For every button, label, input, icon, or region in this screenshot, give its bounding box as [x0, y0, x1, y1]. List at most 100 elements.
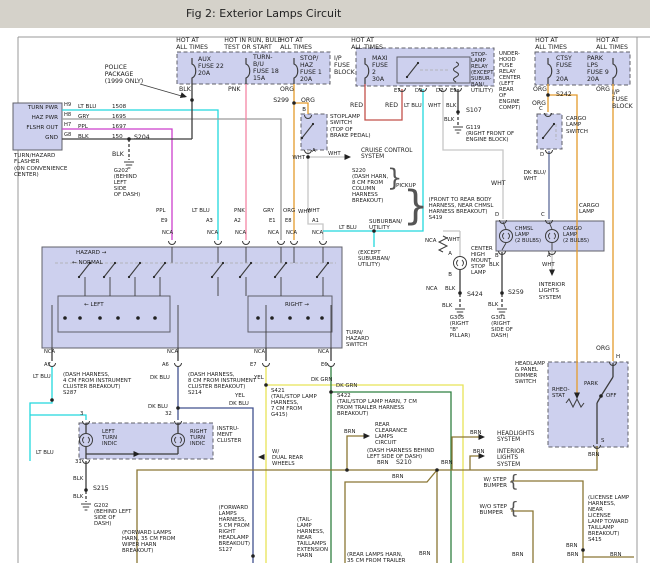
- diagram-label: HOT AT ALL TIMES: [351, 38, 383, 52]
- splice-dot: [190, 98, 194, 102]
- bulb-icon: [454, 257, 467, 270]
- diagram-label: H9: [64, 103, 71, 109]
- splice-dot: [256, 316, 260, 320]
- wire-brn: [470, 456, 483, 470]
- maxi-fuse-label: MAXI FUSE 2 30A: [372, 56, 388, 84]
- splice-s220: S220 (DASH HARN, 8 CM FROM COLUMN HARNES…: [352, 168, 388, 204]
- diagram-label: TURN PWR: [28, 105, 58, 111]
- ground-icon: [81, 504, 91, 510]
- splice-s422: S422 (TAIL/STOP LAMP HARN, 7 CM FROM TRA…: [337, 393, 417, 417]
- diagram-label: ORG: [283, 208, 295, 214]
- connector-pin-icon: [328, 363, 335, 367]
- diagram-label: BLK: [112, 152, 124, 159]
- diagram-label: WHT: [428, 103, 441, 109]
- diagram-label: 31: [75, 459, 82, 465]
- splice-s127: (FORWARD LAMPS HARNESS, 5 CM FROM RIGHT …: [219, 505, 250, 553]
- diagram-label: B: [495, 253, 499, 259]
- diagram-label: RED: [385, 103, 398, 110]
- diagram-label: SUBURBAN/ UTILITY: [369, 219, 402, 232]
- cargo-lamp-switch: [537, 114, 562, 149]
- splice-dot: [599, 394, 603, 398]
- connector-pin-icon: [291, 241, 298, 245]
- diagram-label: GRY: [263, 208, 274, 214]
- diagram-label: LT BLU: [33, 374, 51, 380]
- splice-s421: S421 (TAIL/STOP LAMP HARNESS, 7 CM FROM …: [271, 388, 317, 418]
- diagram-label: PARK: [584, 381, 598, 387]
- diagram-label: S: [601, 438, 604, 444]
- brace: {: [508, 501, 519, 518]
- police-package-note: POLICE PACKAGE (1999 ONLY): [105, 65, 143, 86]
- connector-pin-icon: [175, 363, 182, 367]
- headlamp-dimmer-switch: [548, 362, 628, 447]
- wire-brn: [137, 446, 597, 563]
- diagram-label: GND: [45, 135, 58, 141]
- right-turn-indicator-label: RIGHT TURN INDIC: [190, 429, 207, 447]
- left-turn-indicator-label: LEFT TURN INDIC: [102, 429, 117, 447]
- stoplamp-relay-label: STOP- LAMP RELAY (EXCEPT SUBUR- BAN/ UTI…: [471, 52, 494, 94]
- connector-pin-icon: [215, 241, 222, 245]
- diagram-label: NCA: [162, 231, 173, 237]
- diagram-label: BLK: [179, 87, 191, 94]
- diagram-label: DK BLU: [229, 401, 249, 407]
- ground-icon: [453, 127, 463, 133]
- contact-dot: [417, 62, 419, 64]
- diagram-label: BRN: [377, 460, 388, 466]
- diagram-label: NCA: [235, 231, 246, 237]
- flow-arrow-icon: [345, 154, 352, 160]
- diagram-label: H7: [64, 123, 71, 129]
- contact-dot: [542, 137, 544, 139]
- diagram-label: H8: [64, 113, 71, 119]
- contact-dot: [114, 262, 116, 264]
- splice-dot: [329, 390, 333, 394]
- diagram-label: DK GRN: [311, 377, 332, 383]
- ground-g305: G305 (RIGHT "B" PILLAR): [450, 315, 471, 339]
- diagram-label: 1508: [112, 104, 126, 110]
- diagram-label: (FORWARD LAMPS HARN, 35 CM FROM WIPER HA…: [122, 530, 175, 554]
- contact-dot: [406, 76, 408, 78]
- diagram-label: HOT AT ALL TIMES: [596, 38, 628, 52]
- diagram-label: LT BLU: [36, 450, 54, 456]
- connector-pin-icon: [278, 241, 285, 245]
- diagram-label: NCA: [425, 238, 436, 244]
- diagram-label: W/O STEP BUMPER: [480, 504, 507, 517]
- diagram-label: ← LEFT: [84, 302, 104, 308]
- splice-dot: [136, 316, 140, 320]
- diagram-label: INTERIOR LIGHTS SYSTEM: [539, 282, 566, 301]
- diagram-label: B: [448, 272, 452, 278]
- diagram-label: ORG: [596, 346, 610, 353]
- diagram-label: E7: [250, 363, 257, 369]
- contact-dot: [316, 276, 318, 278]
- splice-dot: [320, 316, 324, 320]
- turn-hazard-flasher-label: TURN/HAZARD FLASHER (ON CONVENIENCE CENT…: [14, 153, 67, 178]
- wire-brn: [347, 436, 368, 470]
- ground-g202: G202 (BEHIND LEFT SIDE OF DASH): [114, 168, 140, 198]
- diagram-label: LT BLU: [192, 208, 210, 214]
- diagram-label: DK BLU: [148, 404, 168, 410]
- splice-s242: S242: [556, 92, 572, 99]
- splice-s299: S299: [273, 98, 289, 105]
- diagram-label: BLK: [73, 494, 83, 500]
- splice-dot: [78, 316, 82, 320]
- splice-dot: [176, 406, 180, 410]
- diagram-label: E8: [285, 219, 292, 225]
- diagram-label: BRN: [566, 543, 577, 549]
- diagram-label: FLSHR OUT: [26, 125, 58, 131]
- diagram-label: ORG: [533, 87, 547, 94]
- splice-s424: S424: [467, 292, 483, 299]
- diagram-label: NCA: [426, 286, 437, 292]
- contact-dot: [222, 262, 224, 264]
- diagram-label: NCA: [207, 231, 218, 237]
- diagram-label: A: [547, 253, 551, 259]
- diagram-label: WHT: [292, 155, 305, 161]
- diagram-label: WHT: [328, 151, 341, 157]
- diagram-label: BLK: [442, 303, 452, 309]
- resistor-icon: [439, 236, 447, 252]
- diagram-label: H: [616, 354, 620, 360]
- diagram-label: BRN: [344, 429, 355, 435]
- ground-g301: G301 (RIGHT SIDE OF DASH): [491, 315, 513, 339]
- contact-dot: [103, 276, 105, 278]
- diagram-label: E9: [450, 89, 457, 95]
- diagram-label: BRN: [588, 452, 599, 458]
- splice-dot: [270, 316, 274, 320]
- wire-brn: [511, 481, 583, 549]
